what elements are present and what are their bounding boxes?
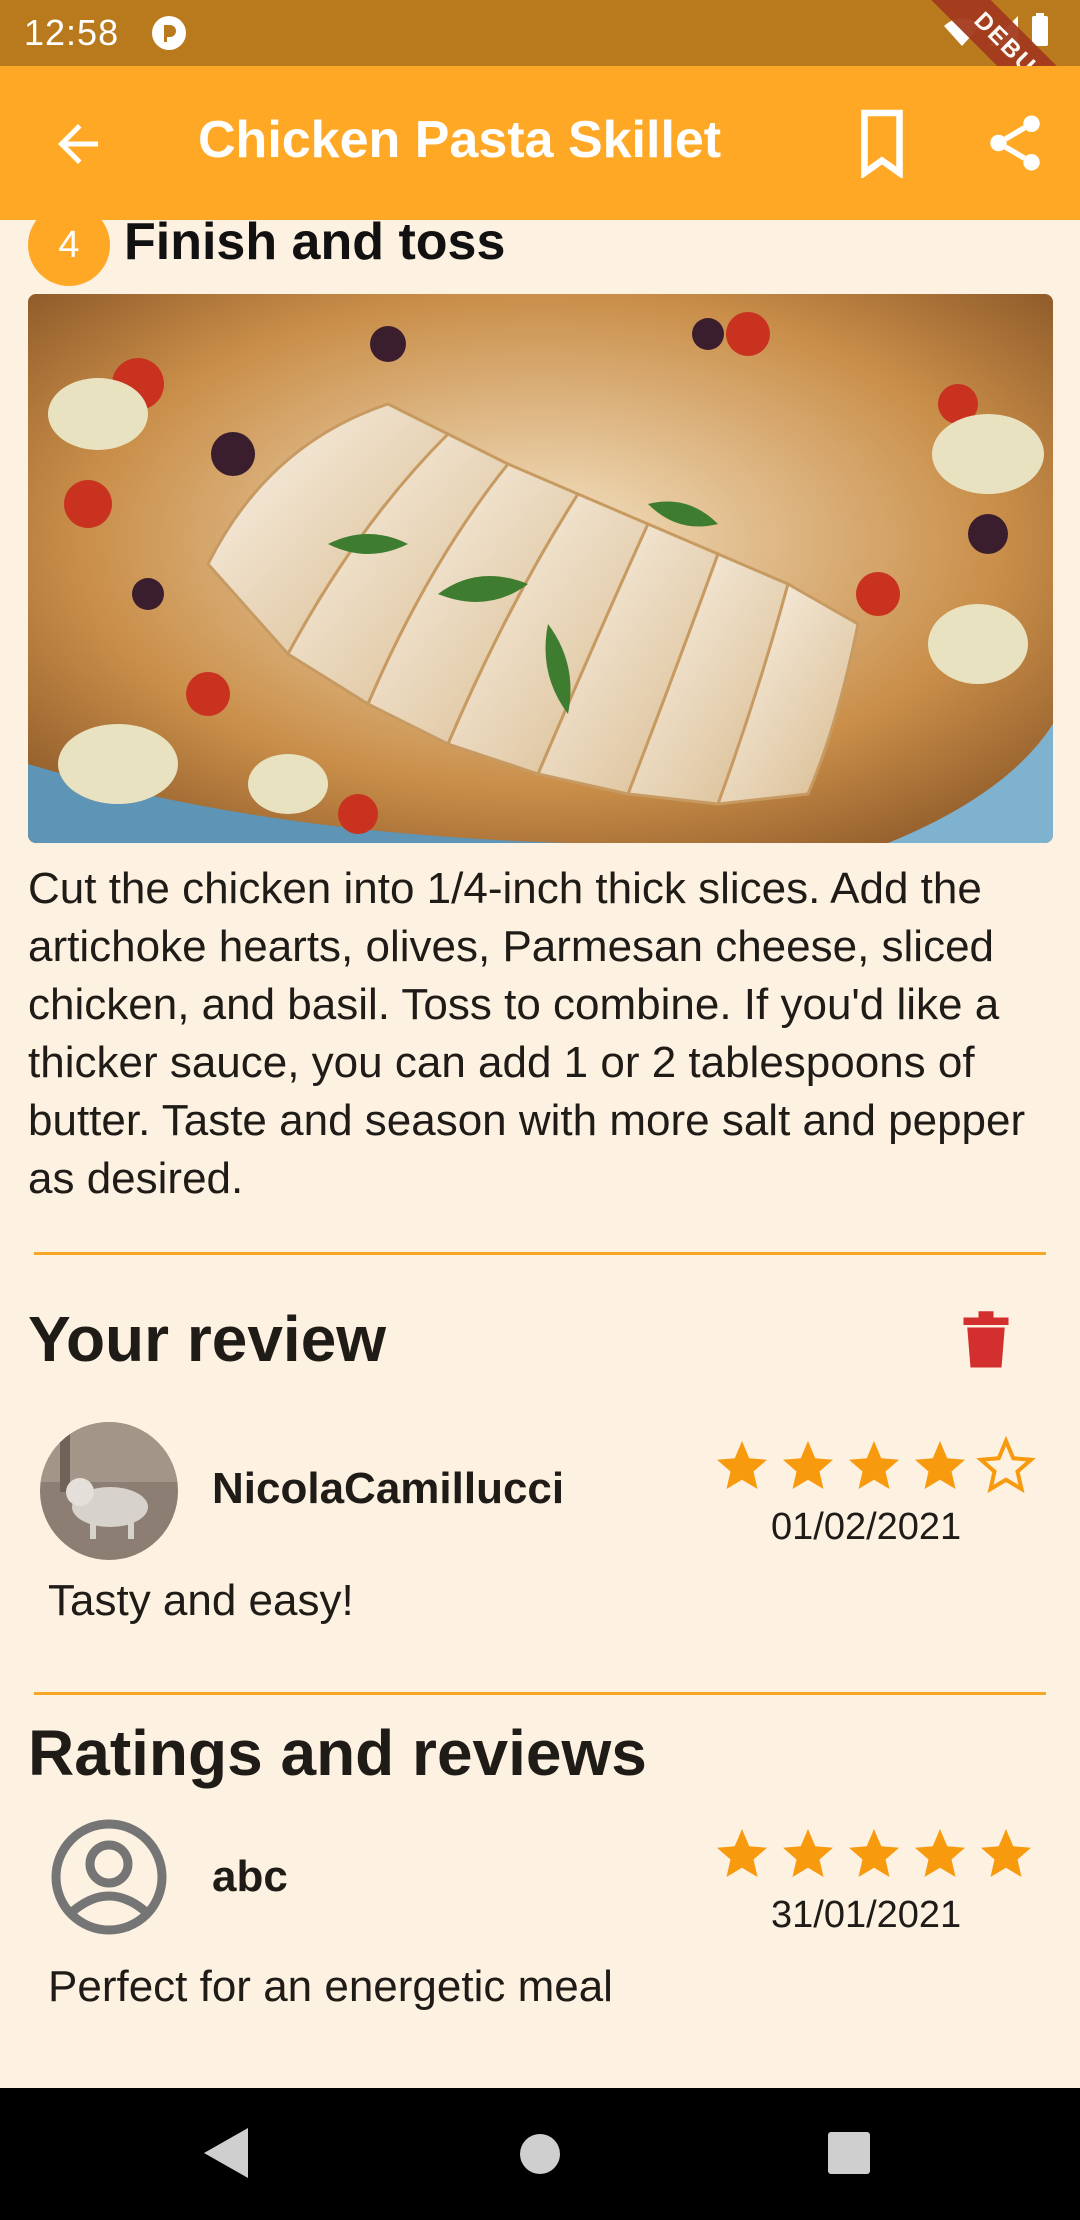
nav-recents-icon — [828, 2132, 870, 2174]
recipe-content[interactable]: 4 Finish and toss Cut the chicken into 1… — [0, 220, 1080, 2088]
step-instructions: Cut the chicken into 1/4-inch thick slic… — [28, 864, 1026, 1203]
app-notification-icon — [150, 14, 188, 57]
system-navigation-bar — [0, 2088, 1080, 2220]
star-filled-icon — [849, 1441, 899, 1489]
star-filled-icon — [717, 1829, 767, 1877]
bookmark-icon — [861, 109, 903, 180]
bookmark-button[interactable] — [852, 108, 912, 180]
review-date: 31/01/2021 — [771, 1894, 962, 1936]
star-filled-icon — [981, 1829, 1031, 1877]
page-title: Chicken Pasta Skillet — [198, 111, 722, 169]
status-time: 12:58 — [24, 12, 120, 53]
ratings-reviews-heading: Ratings and reviews — [28, 1717, 647, 1789]
step-title: Finish and toss — [124, 220, 506, 271]
nav-recents-button[interactable] — [828, 2132, 870, 2179]
trash-icon — [963, 1311, 1009, 1368]
your-rating-stars — [712, 1436, 1036, 1496]
divider — [34, 1252, 1046, 1255]
star-filled-icon — [915, 1829, 965, 1877]
review-text: Tasty and easy! — [48, 1576, 354, 1625]
your-review-heading: Your review — [28, 1303, 387, 1375]
back-arrow-icon — [58, 124, 98, 164]
star-filled-icon — [915, 1441, 965, 1489]
battery-icon — [1032, 16, 1048, 46]
star-filled-icon — [783, 1441, 833, 1489]
nav-home-button[interactable] — [518, 2132, 562, 2181]
person-icon — [50, 1818, 168, 1936]
nav-back-icon — [204, 2128, 248, 2178]
nav-home-icon — [520, 2134, 560, 2174]
nav-back-button[interactable] — [204, 2128, 248, 2183]
share-button[interactable] — [982, 108, 1048, 178]
review-user-name: abc — [212, 1852, 288, 1901]
divider — [34, 1692, 1046, 1695]
app-bar: Chicken Pasta Skillet — [0, 66, 1080, 220]
back-button[interactable] — [48, 114, 108, 174]
star-outline-icon — [976, 1436, 1036, 1494]
star-filled-icon — [849, 1829, 899, 1877]
review-date: 01/02/2021 — [771, 1506, 962, 1548]
star-filled-icon — [717, 1441, 767, 1489]
review-text: Perfect for an energetic meal — [48, 1962, 613, 2011]
status-bar: 12:58 DEBUG — [0, 0, 1080, 158]
avatar — [40, 1422, 178, 1560]
share-icon — [990, 115, 1040, 171]
delete-review-button[interactable] — [960, 1310, 1012, 1370]
review-user-name: NicolaCamillucci — [212, 1464, 565, 1513]
star-filled-icon — [783, 1829, 833, 1877]
step-photo — [28, 294, 1053, 843]
review-rating-stars — [712, 1824, 1036, 1884]
step-number-badge: 4 — [28, 220, 110, 286]
